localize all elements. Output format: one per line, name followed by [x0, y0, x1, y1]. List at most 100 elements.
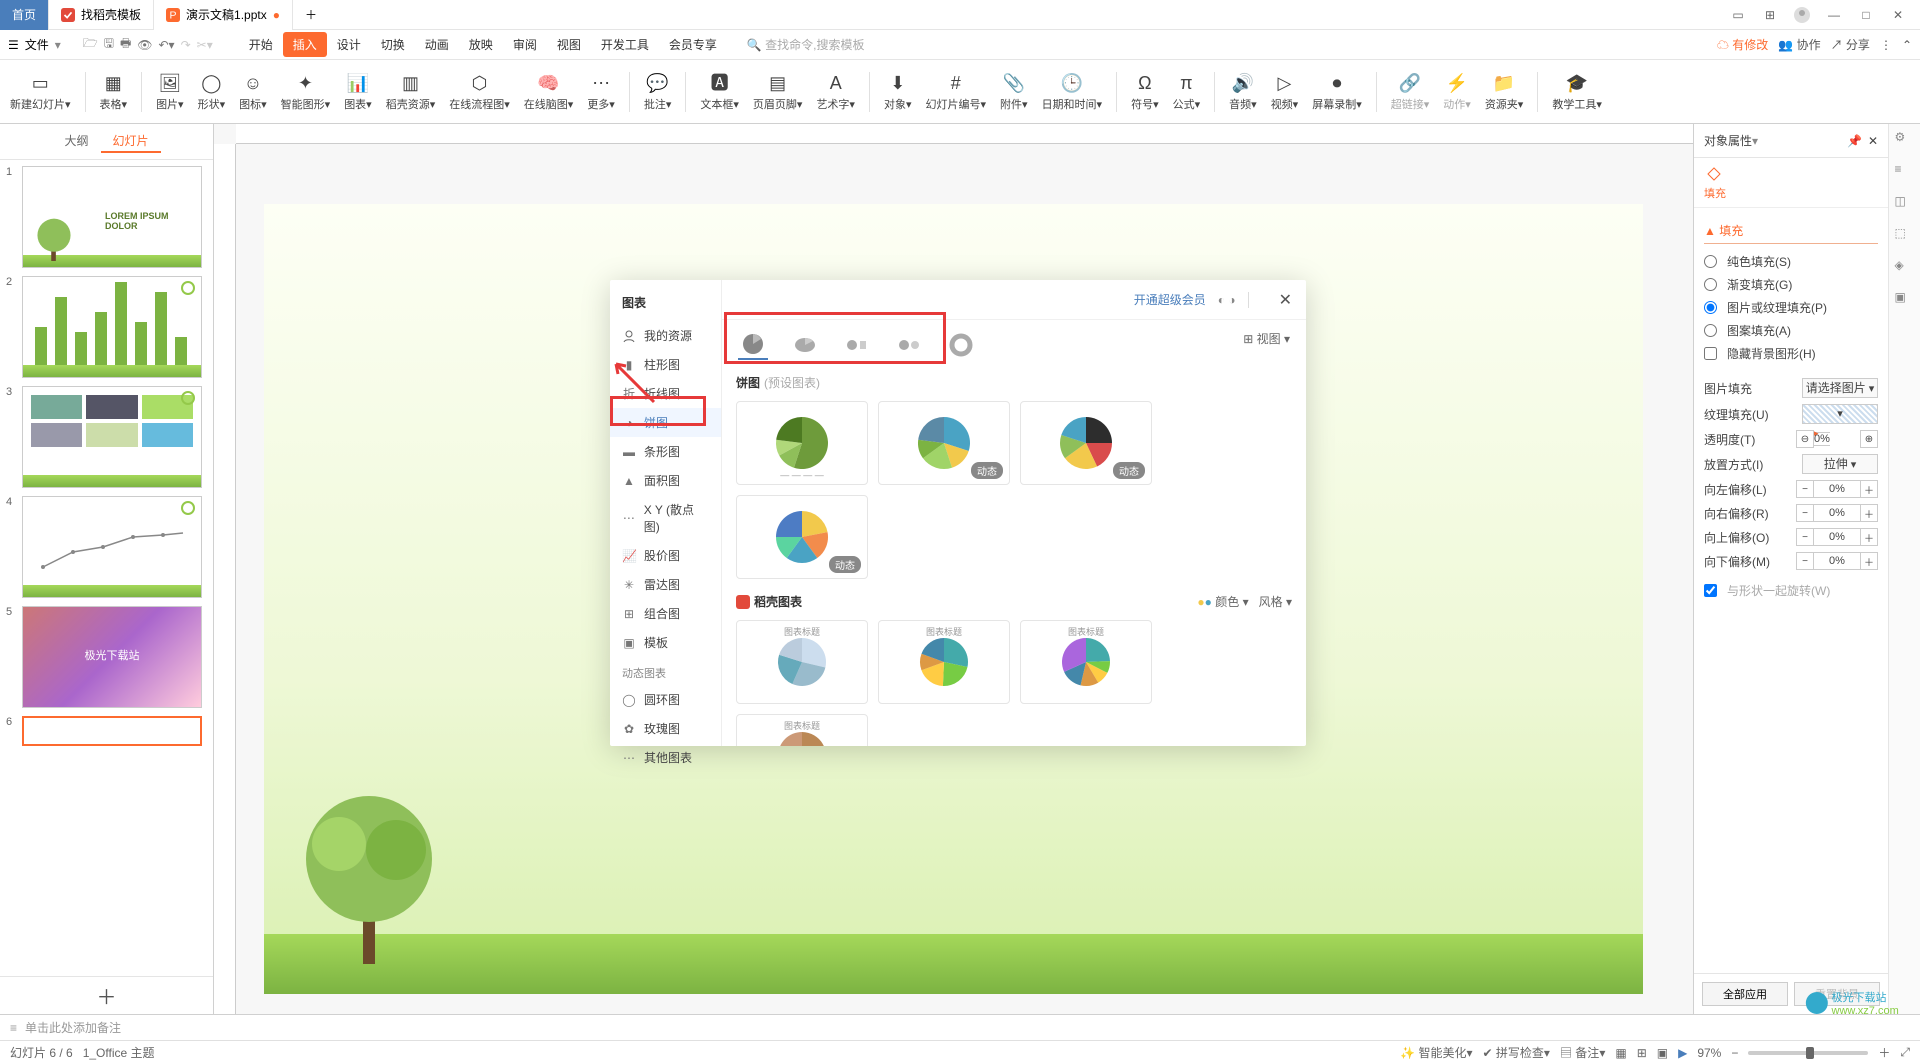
zoom-in-icon[interactable]: ＋ — [1878, 1044, 1890, 1061]
chartcat-2[interactable]: ◔饼图 — [610, 408, 721, 437]
qat-print-icon[interactable]: 🖶 — [120, 34, 131, 55]
opacity-plus[interactable]: ⊕ — [1860, 430, 1878, 448]
chartcat-4[interactable]: ▲面积图 — [610, 466, 721, 495]
layout-icon[interactable]: ▭ — [1726, 6, 1750, 24]
offT-plus[interactable]: ＋ — [1860, 528, 1878, 546]
zoom-out-icon[interactable]: − — [1731, 1046, 1738, 1060]
topright-more-icon[interactable]: ⋮ — [1880, 38, 1892, 52]
ribbon-teach[interactable]: 🎓教学工具▾ — [1552, 72, 1602, 112]
fill-section-header[interactable]: ▲ 填充 — [1704, 218, 1878, 244]
zoom-slider[interactable] — [1748, 1051, 1868, 1055]
offB-minus[interactable]: − — [1796, 552, 1814, 570]
slide-thumb-1[interactable]: LOREM IPSUM DOLOR — [22, 166, 202, 268]
ribbon-shape[interactable]: ◯形状▾ — [198, 72, 226, 112]
ribbon-attach[interactable]: 📎附件▾ — [1000, 72, 1028, 112]
chartcat-3[interactable]: ▬条形图 — [610, 437, 721, 466]
ribbon-textbox[interactable]: 🅰文本框▾ — [700, 72, 739, 112]
command-search[interactable]: 🔍 查找命令,搜索模板 — [747, 36, 865, 53]
sidetab-3[interactable]: ◫ — [1895, 194, 1915, 214]
qat-undo-icon[interactable]: ↶▾ — [159, 38, 175, 52]
offR-minus[interactable]: − — [1796, 504, 1814, 522]
ribbon-comment[interactable]: 💬批注▾ — [644, 72, 672, 112]
coop-button[interactable]: 👥 协作 — [1778, 36, 1820, 53]
ribbon-more[interactable]: ⋯更多▾ — [587, 72, 615, 112]
subtype-pie-3d[interactable] — [790, 330, 820, 360]
hide-bg-checkbox[interactable] — [1704, 347, 1717, 360]
close-button[interactable]: ✕ — [1886, 6, 1910, 24]
fill-radio-1[interactable] — [1704, 278, 1717, 291]
slide-thumb-6[interactable] — [22, 716, 202, 746]
file-menu-chevron[interactable]: ▾ — [55, 38, 61, 52]
slide-thumb-5[interactable]: 极光下载站 — [22, 606, 202, 708]
preset-pie-0[interactable]: — — — — — [736, 401, 868, 485]
picfill-select[interactable]: 请选择图片 ▾ — [1802, 378, 1878, 398]
ribbon-image[interactable]: 🖼图片▾ — [156, 72, 184, 112]
notes-bar[interactable]: ≡单击此处添加备注 — [0, 1014, 1920, 1040]
ribbon-video[interactable]: ▷视频▾ — [1271, 72, 1299, 112]
maximize-button[interactable]: □ — [1854, 6, 1878, 24]
slide-thumb-2[interactable] — [22, 276, 202, 378]
add-slide-button[interactable]: ＋ — [0, 976, 213, 1014]
sidetab-1[interactable]: ⚙ — [1895, 130, 1915, 150]
sidetab-6[interactable]: ▣ — [1895, 290, 1915, 310]
chartcat-9[interactable]: ▣模板 — [610, 628, 721, 657]
texture-select[interactable]: ▾ — [1802, 404, 1878, 424]
fill-radio-0[interactable] — [1704, 255, 1717, 268]
chartdyn-0[interactable]: ◯圆环图 — [610, 685, 721, 714]
apply-all-button[interactable]: 全部应用 — [1702, 982, 1788, 1006]
qat-preview-icon[interactable]: 👁 — [137, 38, 152, 52]
ribbon-resf[interactable]: 📁资源夹▾ — [1485, 72, 1524, 112]
view-sorter-icon[interactable]: ⊞ — [1637, 1046, 1647, 1060]
ribbon-headerfooter[interactable]: ▤页眉页脚▾ — [753, 72, 803, 112]
fill-tab[interactable]: 填充 — [1704, 185, 1878, 201]
chartdyn-1[interactable]: ✿玫瑰图 — [610, 714, 721, 743]
topright-chevron-icon[interactable]: ⌃ — [1902, 38, 1912, 52]
chartcat-6[interactable]: 📈股价图 — [610, 541, 721, 570]
offL-plus[interactable]: ＋ — [1860, 480, 1878, 498]
offL-minus[interactable]: − — [1796, 480, 1814, 498]
menu-切换[interactable]: 切换 — [371, 32, 415, 57]
chartcat-7[interactable]: ✳雷达图 — [610, 570, 721, 599]
layout-select[interactable]: 拉伸 ▾ — [1802, 454, 1878, 474]
daogrid1-card-0[interactable]: 图表标题 — [736, 620, 868, 704]
ribbon-screenrec[interactable]: ⏺屏幕录制▾ — [1312, 72, 1362, 112]
fit-icon[interactable]: ⤢ — [1900, 1045, 1910, 1060]
ribbon-chart[interactable]: 📊图表▾ — [344, 72, 372, 112]
slide-thumb-4[interactable] — [22, 496, 202, 598]
color-filter[interactable]: ●● 颜色 ▾ — [1197, 593, 1248, 610]
ribbon-object[interactable]: ⬇对象▾ — [884, 72, 912, 112]
subtype-doughnut[interactable] — [946, 330, 976, 360]
ribbon-wordart[interactable]: A艺术字▾ — [816, 72, 855, 112]
ribbon-icon[interactable]: ☺图标▾ — [239, 72, 267, 112]
preset-pie-1[interactable]: 动态 — [878, 401, 1010, 485]
view-slideshow-icon[interactable]: ▶ — [1678, 1046, 1687, 1060]
spellcheck-button[interactable]: ✔ 拼写检查▾ — [1483, 1044, 1550, 1061]
ribbon-flow[interactable]: ⬡在线流程图▾ — [449, 72, 510, 112]
subtype-pie-of-pie[interactable] — [894, 330, 924, 360]
menu-插入[interactable]: 插入 — [283, 32, 327, 57]
offR-plus[interactable]: ＋ — [1860, 504, 1878, 522]
ribbon-audio[interactable]: 🔊音频▾ — [1229, 72, 1257, 112]
chartcat-8[interactable]: ⊞组合图 — [610, 599, 721, 628]
share-button[interactable]: ↗ 分享 — [1831, 36, 1870, 53]
notes-button[interactable]: ▤ 备注▾ — [1560, 1044, 1605, 1061]
ribbon-datetime[interactable]: 🕒日期和时间▾ — [1042, 72, 1103, 112]
panel-close-icon[interactable]: ✕ — [1868, 134, 1878, 148]
qat-save-icon[interactable]: 🖫 — [104, 34, 114, 55]
chartdyn-2[interactable]: ⋯其他图表 — [610, 743, 721, 772]
sidetab-5[interactable]: ◈ — [1895, 258, 1915, 278]
chart-myres[interactable]: 我的资源 — [610, 321, 721, 350]
subtype-bar-of-pie[interactable] — [842, 330, 872, 360]
upgrade-link[interactable]: 开通超级会员 — [1134, 291, 1206, 308]
menu-开发工具[interactable]: 开发工具 — [591, 32, 659, 57]
ribbon-slidenum[interactable]: #幻灯片编号▾ — [926, 72, 987, 112]
menu-开始[interactable]: 开始 — [239, 32, 283, 57]
ribbon-formula[interactable]: π公式▾ — [1173, 72, 1201, 112]
grid-icon[interactable]: ⊞ — [1758, 6, 1782, 24]
tab-home[interactable]: 首页 — [0, 0, 49, 30]
view-reading-icon[interactable]: ▣ — [1657, 1046, 1668, 1060]
sidetab-2[interactable]: ≡ — [1895, 162, 1915, 182]
daogrid1-card-1[interactable]: 图表标题 — [878, 620, 1010, 704]
new-tab-button[interactable]: ＋ — [293, 0, 329, 30]
view-normal-icon[interactable]: ▦ — [1615, 1046, 1626, 1060]
